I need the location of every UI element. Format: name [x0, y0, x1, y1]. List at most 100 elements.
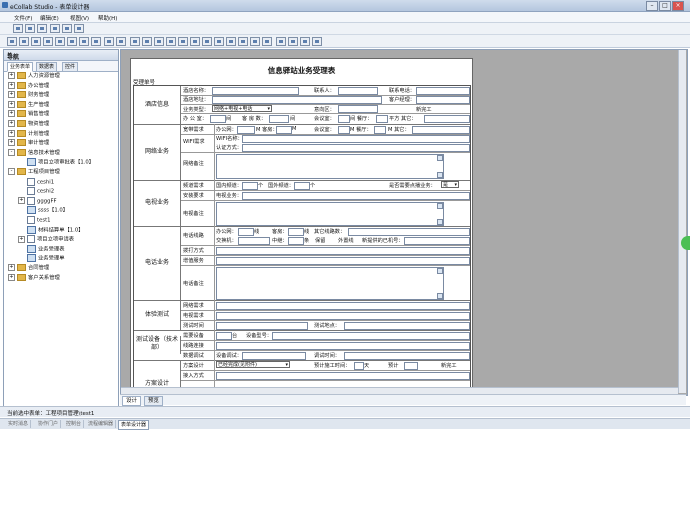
test-time-field[interactable] — [216, 322, 308, 330]
merge-icon[interactable] — [276, 37, 286, 46]
expand-icon[interactable]: + — [18, 197, 25, 205]
expand-icon[interactable]: + — [8, 264, 15, 271]
dropdown-icon[interactable] — [178, 37, 188, 46]
window-icon[interactable] — [62, 24, 72, 33]
net-guest-field[interactable] — [276, 126, 292, 134]
domestic-channel-field[interactable] — [242, 182, 258, 190]
tv-note-textarea[interactable] — [216, 202, 444, 226]
tab-console[interactable]: 控制台 — [64, 420, 85, 428]
other-field[interactable] — [424, 115, 470, 123]
scroll-up-icon[interactable] — [437, 203, 443, 209]
phone-office-field[interactable] — [238, 228, 254, 236]
label-icon[interactable] — [214, 37, 224, 46]
align-right-icon[interactable] — [262, 37, 272, 46]
expand-icon[interactable]: + — [8, 81, 15, 89]
save-icon[interactable] — [13, 24, 23, 33]
scroll-up-icon[interactable] — [437, 155, 443, 161]
scroll-down-icon[interactable] — [437, 219, 443, 225]
est-days-field[interactable] — [354, 362, 364, 370]
tree-item[interactable]: + 计划管理 — [8, 129, 49, 139]
tab-realtime-messages[interactable]: 实时消息 — [6, 420, 32, 428]
expand-panel-icon[interactable] — [681, 236, 690, 250]
wifi-name-field[interactable] — [242, 135, 470, 143]
tree-item[interactable]: + 办公管理 — [8, 81, 49, 91]
debug-time-field[interactable] — [344, 352, 470, 360]
paste-icon[interactable] — [67, 37, 77, 46]
align-left-icon[interactable] — [238, 37, 248, 46]
scroll-up-icon[interactable] — [437, 268, 443, 274]
tree-item[interactable]: - 信息技术管理 — [8, 148, 60, 158]
menu-help[interactable]: 帮助(H) — [98, 14, 117, 22]
net-office-field[interactable] — [237, 126, 255, 134]
manager-field[interactable] — [416, 96, 470, 104]
expand-icon[interactable]: + — [8, 72, 15, 79]
btype-select[interactable]: 网络+电视+电话 — [212, 105, 272, 113]
tree-item[interactable]: + 客户关系管理 — [8, 273, 60, 283]
device-debug-field[interactable] — [242, 352, 306, 360]
phone-other-field[interactable] — [348, 228, 470, 236]
expand-icon[interactable]: + — [8, 100, 15, 108]
test-place-field[interactable] — [344, 322, 470, 330]
tab-preview[interactable]: 预览 — [144, 396, 164, 406]
collapse-icon[interactable]: - — [8, 148, 15, 156]
hotel-address-field[interactable] — [212, 96, 382, 104]
tab-collab-portal[interactable]: 协作门户 — [36, 420, 62, 428]
radio-icon[interactable] — [166, 37, 176, 46]
tree-item[interactable]: 项目立项审批表【1.0】 — [18, 158, 94, 167]
test-tv-field[interactable] — [216, 312, 470, 320]
expand-icon[interactable]: + — [8, 273, 15, 281]
line-connect-field[interactable] — [216, 342, 470, 350]
save-form-icon[interactable] — [31, 37, 41, 46]
expand-icon[interactable]: + — [18, 235, 25, 243]
region-field[interactable] — [338, 105, 378, 113]
align-center-icon[interactable] — [250, 37, 260, 46]
phone-field[interactable] — [416, 87, 470, 95]
maximize-button[interactable]: □ — [659, 1, 671, 11]
office-field[interactable] — [210, 115, 226, 123]
menu-edit[interactable]: 编辑(E) — [40, 14, 59, 22]
vertical-scrollbar[interactable] — [678, 50, 686, 393]
scroll-down-icon[interactable] — [437, 172, 443, 178]
auth-field[interactable] — [242, 144, 470, 152]
expand-icon[interactable]: + — [8, 139, 15, 147]
phone-guest-field[interactable] — [288, 228, 304, 236]
insert-row-icon[interactable] — [300, 37, 310, 46]
properties-icon[interactable] — [116, 37, 126, 46]
dial-method-field[interactable] — [216, 247, 470, 255]
collapse-icon[interactable]: - — [8, 168, 15, 175]
value-added-field[interactable] — [216, 257, 470, 265]
intl-channel-field[interactable] — [294, 182, 310, 190]
nav-close-icon[interactable]: × — [7, 51, 115, 58]
tree-item[interactable]: ceshi2 — [18, 187, 54, 196]
help-icon[interactable] — [50, 24, 60, 33]
access-method-field[interactable] — [216, 372, 470, 380]
new-icon[interactable] — [7, 37, 17, 46]
tab-form-designer[interactable]: 表单设计器 — [118, 420, 150, 430]
number-icon[interactable] — [202, 37, 212, 46]
net-meeting-field[interactable] — [338, 126, 350, 134]
net-other-field[interactable] — [412, 126, 470, 134]
tab-design[interactable]: 设计 — [122, 396, 142, 406]
device-model-field[interactable] — [272, 332, 470, 340]
est-field-2[interactable] — [404, 362, 418, 370]
contact-field[interactable] — [338, 87, 378, 95]
expand-icon[interactable]: + — [8, 129, 15, 137]
table-icon[interactable] — [104, 37, 114, 46]
tree-item[interactable]: + 合同管理 — [8, 264, 49, 273]
minimize-button[interactable]: – — [646, 1, 658, 11]
tree-item[interactable]: + 财务管理 — [8, 91, 49, 100]
split-icon[interactable] — [288, 37, 298, 46]
expand-icon[interactable]: + — [8, 120, 15, 127]
grid-icon[interactable] — [37, 24, 47, 33]
open-icon[interactable] — [19, 37, 29, 46]
restaurant-field[interactable] — [376, 115, 388, 123]
tree-item[interactable]: + 审计管理 — [8, 139, 49, 148]
tree-item[interactable]: + ggggFF — [18, 196, 57, 206]
close-button[interactable]: × — [672, 1, 684, 11]
tree-item[interactable]: ssss【1.0】 — [18, 206, 68, 215]
device-count-field[interactable] — [216, 332, 232, 340]
tree-item[interactable]: 业务受理单 — [18, 254, 65, 263]
net-restaurant-field[interactable] — [374, 126, 386, 134]
tree-item[interactable]: + 人力资源管理 — [8, 72, 60, 81]
tree-item[interactable]: + 生产管理 — [8, 100, 49, 110]
